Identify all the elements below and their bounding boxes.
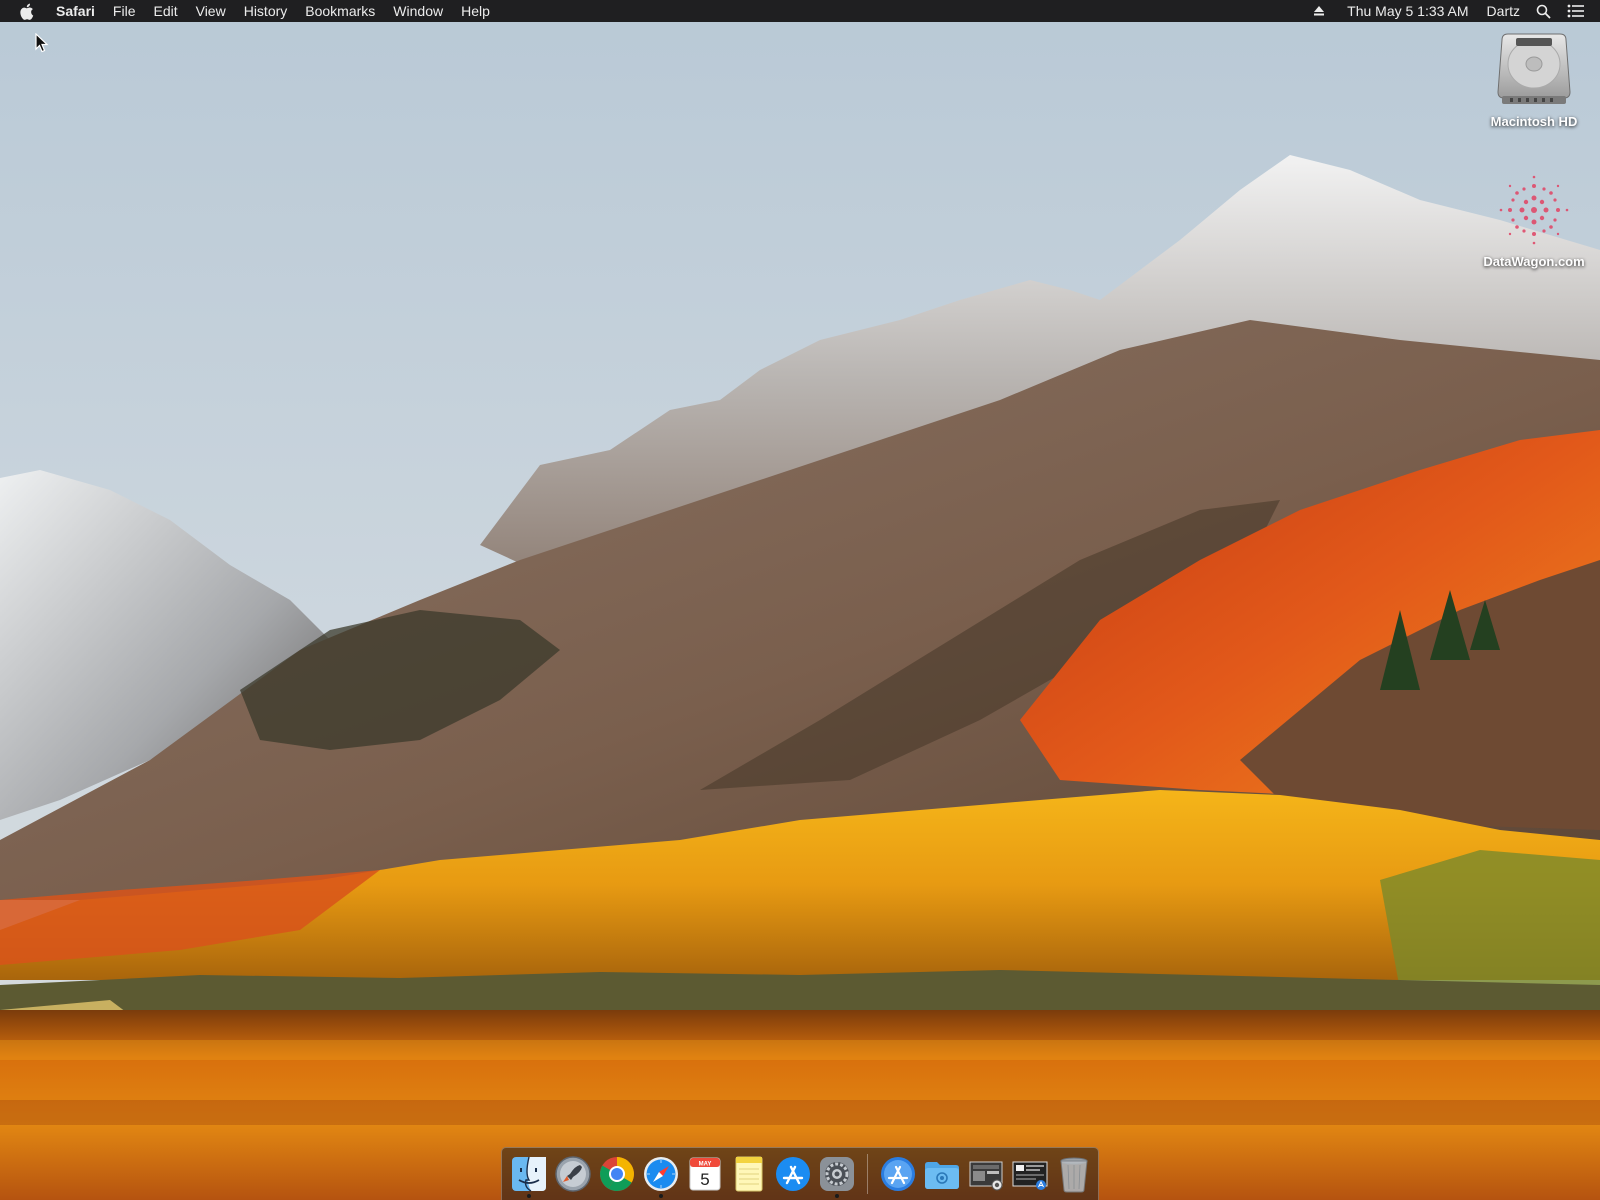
dock-item-chrome[interactable] — [595, 1149, 639, 1199]
menu-window[interactable]: Window — [384, 0, 452, 22]
dock-item-system-preferences[interactable] — [815, 1149, 859, 1199]
notification-center-icon[interactable] — [1559, 0, 1600, 22]
mouse-cursor-icon — [35, 32, 49, 53]
dock-item-safari[interactable] — [639, 1149, 683, 1199]
menubar-clock[interactable]: Thu May 5 1:33 AM — [1333, 0, 1476, 22]
dock-item-app-store[interactable] — [771, 1149, 815, 1199]
datawagon-logo-icon — [1496, 172, 1572, 248]
menubar-user[interactable]: Dartz — [1477, 0, 1528, 22]
menu-app-name[interactable]: Safari — [47, 0, 104, 22]
finder-icon — [512, 1156, 546, 1192]
desktop-icon-label: DataWagon.com — [1483, 254, 1585, 269]
dock-item-notes[interactable] — [727, 1149, 771, 1199]
desktop-icon-macintosh-hd[interactable]: Macintosh HD — [1474, 30, 1594, 129]
desktop-wallpaper — [0, 0, 1600, 1200]
launchpad-icon — [555, 1156, 591, 1192]
calendar-month: MAY — [699, 1162, 712, 1168]
running-indicator — [835, 1194, 839, 1198]
menu-edit[interactable]: Edit — [144, 0, 186, 22]
spotlight-search-icon[interactable] — [1528, 0, 1559, 22]
hard-drive-icon — [1494, 30, 1574, 108]
eject-icon[interactable] — [1305, 0, 1333, 22]
dock-item-finder[interactable] — [507, 1149, 551, 1199]
calendar-icon: MAY 5 — [689, 1157, 721, 1191]
menu-help[interactable]: Help — [452, 0, 499, 22]
screenshot-stack-icon — [969, 1161, 1003, 1191]
system-preferences-icon — [820, 1157, 854, 1191]
dock-item-launchpad[interactable] — [551, 1149, 595, 1199]
desktop-icon-label: Macintosh HD — [1490, 114, 1578, 129]
trash-icon — [1060, 1157, 1088, 1193]
menu-bookmarks[interactable]: Bookmarks — [296, 0, 384, 22]
menu-view[interactable]: View — [187, 0, 235, 22]
chrome-icon — [600, 1157, 634, 1191]
downloads-folder-icon — [925, 1162, 959, 1189]
menu-history[interactable]: History — [235, 0, 297, 22]
dock-item-trash[interactable] — [1052, 1149, 1096, 1199]
dock-item-document-stack[interactable] — [1008, 1149, 1052, 1199]
dock: MAY 5 — [501, 1147, 1099, 1200]
safari-icon — [644, 1157, 678, 1191]
dock-item-screenshot-stack[interactable] — [964, 1149, 1008, 1199]
calendar-day: 5 — [700, 1170, 709, 1189]
applications-folder-icon — [881, 1157, 915, 1191]
document-stack-icon — [1012, 1161, 1048, 1190]
menu-file[interactable]: File — [104, 0, 145, 22]
running-indicator — [659, 1194, 663, 1198]
dock-item-downloads-folder[interactable] — [920, 1149, 964, 1199]
app-store-icon — [776, 1157, 810, 1191]
dock-item-applications-folder[interactable] — [876, 1149, 920, 1199]
desktop-icon-datawagon[interactable]: DataWagon.com — [1474, 172, 1594, 269]
menu-bar: Safari File Edit View History Bookmarks … — [0, 0, 1600, 22]
notes-icon — [735, 1156, 763, 1192]
apple-logo-icon[interactable] — [17, 2, 35, 20]
dock-separator — [867, 1154, 868, 1194]
running-indicator — [527, 1194, 531, 1198]
dock-item-calendar[interactable]: MAY 5 — [683, 1149, 727, 1199]
